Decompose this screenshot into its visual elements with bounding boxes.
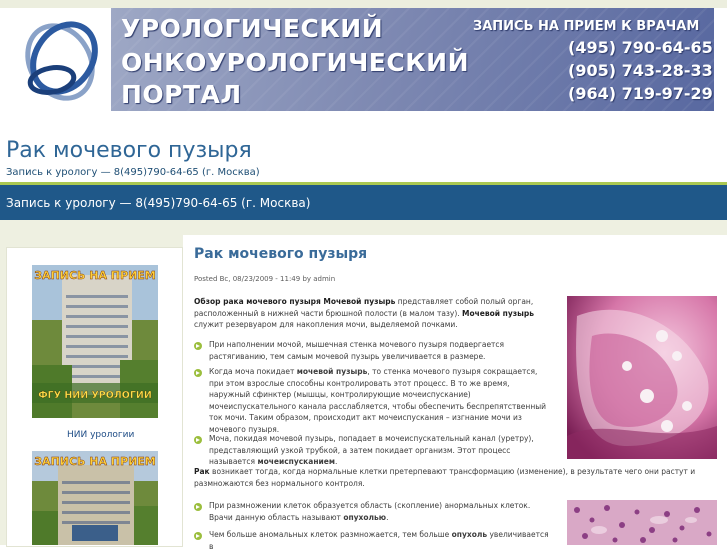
clinic-building-image: ЗАПИСЬ НА ПРИЕМ ФГУ НИИ УРОЛОГИИ [32, 265, 158, 418]
bullet-arrow-icon [194, 532, 202, 540]
histology-illustration [567, 500, 717, 545]
list-item: Когда моча покидает мочевой пузырь, то с… [209, 367, 547, 434]
bullet-arrow-icon [194, 342, 202, 350]
svg-text:ЗАПИСЬ НА ПРИЕМ: ЗАПИСЬ НА ПРИЕМ [34, 269, 156, 282]
bullet-arrow-icon [194, 503, 202, 511]
sidebar-ad-appointment[interactable]: ЗАПИСЬ НА ПРИЕМ [32, 451, 158, 545]
banner-title-line3: ПОРТАЛ [121, 80, 242, 109]
post-paragraph-cancer: Рак возникает тогда, когда нормальные кл… [194, 467, 696, 488]
site-slogan: Запись к урологу — 8(495)790-64-65 (г. М… [6, 167, 260, 178]
banner-title-line2: ОНКОУРОЛОГИЧЕСКИЙ [121, 48, 469, 77]
clinic-building-image-2: ЗАПИСЬ НА ПРИЕМ [32, 451, 158, 545]
bullet-arrow-icon [194, 436, 202, 444]
post-intro-paragraph: Обзор рака мочевого пузыря Мочевой пузыр… [194, 297, 534, 329]
logo-rings-icon [25, 21, 98, 101]
banner-phone: (905) 743-28-33 [568, 61, 713, 80]
site-logo[interactable] [12, 10, 110, 108]
post-meta: Posted Вс, 08/23/2009 - 11:49 by admin [194, 275, 336, 283]
histology-image [567, 500, 717, 545]
list-item: Моча, покидая мочевой пузырь, попадает в… [209, 434, 534, 466]
header-banner: УРОЛОГИЧЕСКИЙ ОНКОУРОЛОГИЧЕСКИЙ ПОРТАЛ З… [111, 8, 714, 111]
list-item: При наполнении мочой, мышечная стенка мо… [209, 340, 505, 361]
sidebar-ad-caption[interactable]: НИИ урологии [67, 430, 134, 440]
bullet-arrow-icon [194, 369, 202, 377]
list-item: Чем больше аномальных клеток размножаетс… [209, 530, 549, 551]
sidebar-ad-nii-urology[interactable]: ЗАПИСЬ НА ПРИЕМ ФГУ НИИ УРОЛОГИИ [32, 265, 158, 418]
banner-phone: (964) 719-97-29 [568, 84, 713, 103]
bladder-wall-image [567, 296, 717, 459]
bladder-illustration [567, 296, 717, 459]
svg-text:ФГУ НИИ УРОЛОГИИ: ФГУ НИИ УРОЛОГИИ [38, 390, 152, 401]
post-title[interactable]: Рак мочевого пузыря [194, 246, 367, 262]
banner-phone: (495) 790-64-65 [568, 38, 713, 57]
nav-link-appointment[interactable]: Запись к урологу — 8(495)790-64-65 (г. М… [6, 196, 310, 210]
top-strip [0, 0, 727, 8]
svg-text:ЗАПИСЬ НА ПРИЕМ: ЗАПИСЬ НА ПРИЕМ [34, 455, 156, 468]
list-item: При размножении клеток образуется област… [209, 501, 531, 522]
banner-title-line1: УРОЛОГИЧЕСКИЙ [121, 14, 384, 43]
banner-booking-label: ЗАПИСЬ НА ПРИЕМ К ВРАЧАМ [473, 19, 700, 34]
site-title[interactable]: Рак мочевого пузыря [6, 138, 252, 163]
